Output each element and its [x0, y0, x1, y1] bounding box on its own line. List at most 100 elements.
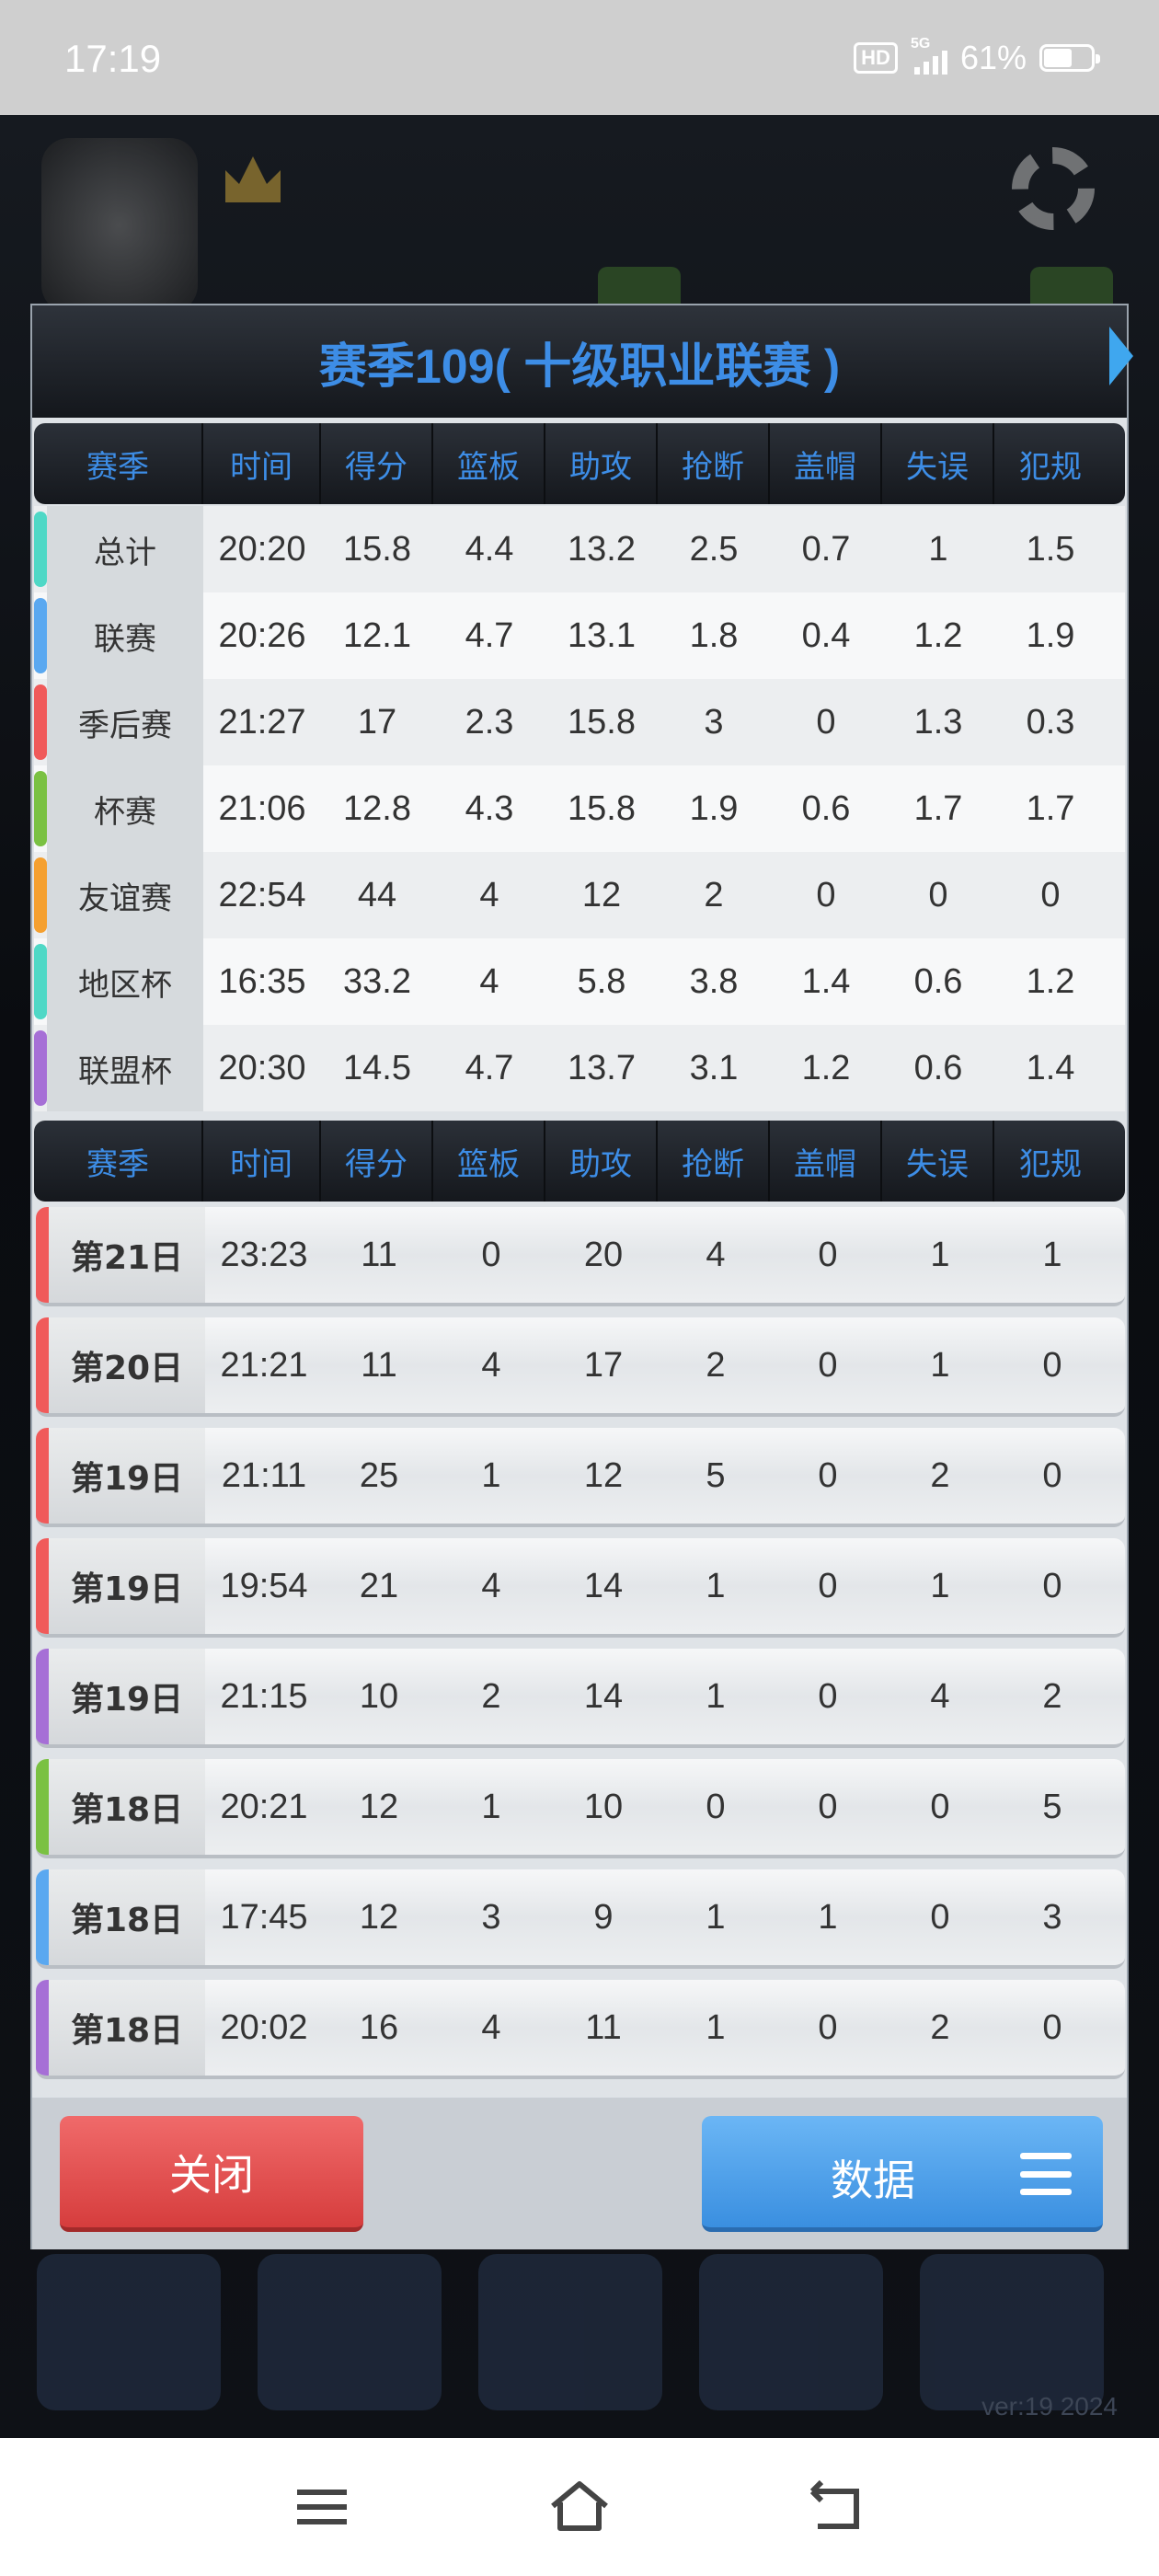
crown-icon	[225, 156, 281, 202]
game-row[interactable]: 第20日 21:21 11 4 17 2 0 1 0	[36, 1317, 1125, 1417]
stat-cell: 4	[481, 1345, 501, 1385]
home-icon[interactable]	[547, 2475, 612, 2539]
panel-title: 赛季109( 十级职业联赛 )	[318, 339, 841, 394]
stat-cell: 20:30	[218, 1048, 306, 1087]
stat-cell: 5.8	[577, 961, 626, 1001]
stat-cell: 4	[481, 1566, 501, 1605]
stat-cell: 0	[818, 1566, 838, 1605]
stat-cell: 16	[359, 2007, 399, 2047]
summary-row-label: 季后赛	[47, 679, 203, 765]
close-button[interactable]: 关闭	[60, 2116, 363, 2232]
column-header: 篮板	[433, 423, 545, 504]
stat-cell: 0	[930, 1897, 950, 1937]
game-row[interactable]: 第19日 21:11 25 1 12 5 0 2 0	[36, 1428, 1125, 1527]
stat-cell: 15.8	[568, 702, 636, 742]
stat-cell: 21:06	[218, 788, 306, 828]
stat-cell: 4	[930, 1676, 950, 1716]
stat-cell: 1.2	[1026, 961, 1075, 1001]
summary-row-label: 友谊赛	[47, 852, 203, 938]
stat-cell: 0.6	[913, 961, 963, 1001]
recent-apps-icon[interactable]	[290, 2475, 354, 2539]
stat-cell: 3.8	[689, 961, 739, 1001]
column-header: 得分	[321, 423, 433, 504]
games-table-header: 赛季 时间 得分 篮板 助攻 抢断 盖帽 失误 犯规	[34, 1121, 1125, 1202]
column-header: 盖帽	[770, 423, 882, 504]
competition-color-bar	[36, 1759, 49, 1855]
stat-cell: 12.1	[343, 615, 411, 655]
competition-color-bar	[36, 1649, 49, 1744]
data-button[interactable]: 数据	[702, 2116, 1103, 2232]
stat-cell: 12.8	[343, 788, 411, 828]
stat-cell: 20:26	[218, 615, 306, 655]
summary-row-label: 杯赛	[47, 765, 203, 852]
column-header: 抢断	[658, 1121, 770, 1202]
stat-cell: 21:27	[218, 702, 306, 742]
column-header: 篮板	[433, 1121, 545, 1202]
competition-color-bar	[36, 1869, 49, 1965]
stat-cell: 0	[930, 1787, 950, 1826]
back-icon[interactable]	[805, 2475, 869, 2539]
game-day-label: 第18日	[49, 1980, 205, 2076]
category-color-bar	[34, 1030, 47, 1106]
stat-cell: 4.3	[465, 788, 514, 828]
stat-cell: 23:23	[220, 1235, 308, 1274]
stat-cell: 0	[706, 1787, 726, 1826]
stat-cell: 0	[1042, 1345, 1062, 1385]
background-header	[28, 129, 1131, 318]
game-row[interactable]: 第21日 23:23 11 0 20 4 0 1 1	[36, 1207, 1125, 1306]
stat-cell: 3.1	[689, 1048, 739, 1087]
category-color-bar	[34, 771, 47, 846]
stat-cell: 1.4	[1026, 1048, 1075, 1087]
stat-cell: 13.7	[568, 1048, 636, 1087]
summary-row: 联赛 20:26 12.1 4.7 13.1 1.8 0.4 1.2 1.9	[34, 592, 1125, 679]
game-day-label: 第19日	[49, 1649, 205, 1744]
category-color-bar	[34, 944, 47, 1019]
game-row[interactable]: 第19日 19:54 21 4 14 1 0 1 0	[36, 1538, 1125, 1638]
game-row[interactable]: 第19日 21:15 10 2 14 1 0 4 2	[36, 1649, 1125, 1748]
game-day-label: 第18日	[49, 1869, 205, 1965]
data-button-label: 数据	[831, 2156, 915, 2205]
stat-cell: 1.2	[801, 1048, 851, 1087]
game-row[interactable]: 第18日 17:45 12 3 9 1 1 0 3	[36, 1869, 1125, 1969]
status-icons: HD 5G 61%	[854, 36, 1100, 77]
summary-row: 联盟杯 20:30 14.5 4.7 13.7 3.1 1.2 0.6 1.4	[34, 1025, 1125, 1111]
stat-cell: 9	[593, 1897, 614, 1937]
stat-cell: 1.7	[913, 788, 963, 828]
competition-color-bar	[36, 1428, 49, 1524]
stat-cell: 5	[706, 1455, 726, 1495]
stat-cell: 2	[704, 875, 724, 914]
stat-cell: 15.8	[343, 529, 411, 569]
game-day-label: 第19日	[49, 1428, 205, 1524]
chat-icon	[699, 2254, 883, 2410]
game-day-label: 第19日	[49, 1538, 205, 1634]
column-header: 得分	[321, 1121, 433, 1202]
column-header: 赛季	[34, 1121, 203, 1202]
battery-percent: 61%	[959, 39, 1027, 76]
stat-cell: 0	[818, 1455, 838, 1495]
stat-cell: 1	[818, 1897, 838, 1937]
game-row[interactable]: 第18日 20:02 16 4 11 1 0 2 0	[36, 1980, 1125, 2079]
stat-cell: 1	[930, 1235, 950, 1274]
summary-row-label: 总计	[47, 506, 203, 592]
stat-cell: 4.7	[465, 1048, 514, 1087]
stat-cell: 0	[816, 875, 836, 914]
stat-cell: 20	[583, 1235, 624, 1274]
column-header: 失误	[882, 423, 994, 504]
stat-cell: 0	[1042, 1566, 1062, 1605]
stat-cell: 0.4	[801, 615, 851, 655]
summary-row-label: 联赛	[47, 592, 203, 679]
category-color-bar	[34, 598, 47, 673]
stat-cell: 0.7	[801, 529, 851, 569]
game-row[interactable]: 第18日 20:21 12 1 10 0 0 0 5	[36, 1759, 1125, 1858]
stat-cell: 0.6	[913, 1048, 963, 1087]
stat-cell: 0	[818, 2007, 838, 2047]
summary-row-label: 联盟杯	[47, 1025, 203, 1111]
panel-title-bar: 赛季109( 十级职业联赛 )	[32, 305, 1127, 418]
category-color-bar	[34, 512, 47, 587]
stat-cell: 14	[583, 1566, 624, 1605]
stat-cell: 15.8	[568, 788, 636, 828]
competition-color-bar	[36, 1538, 49, 1634]
stat-cell: 14.5	[343, 1048, 411, 1087]
team-emblem-icon	[41, 138, 198, 313]
next-season-arrow-icon[interactable]	[1109, 327, 1133, 385]
